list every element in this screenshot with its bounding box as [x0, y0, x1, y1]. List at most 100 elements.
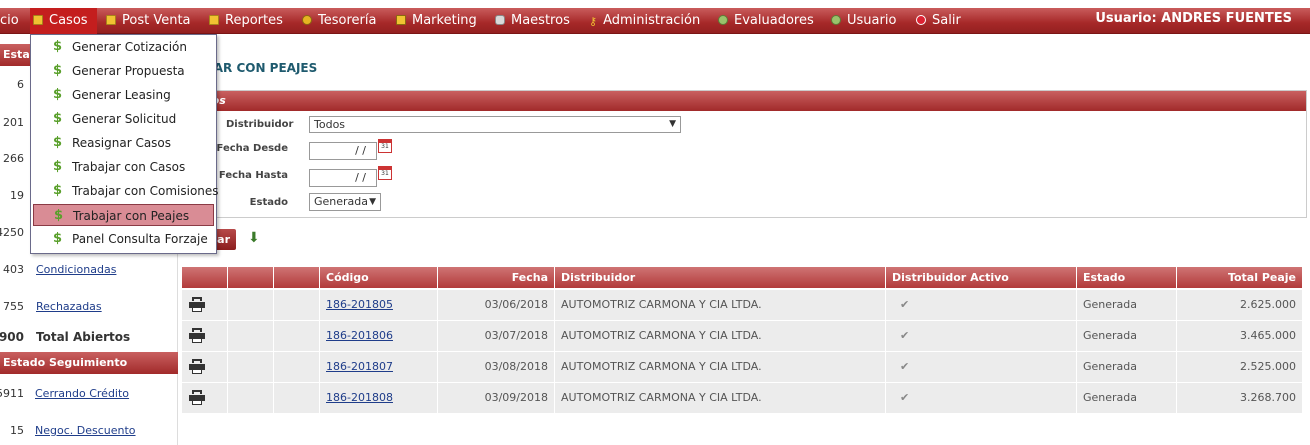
menu-item-label: Reasignar Casos — [72, 136, 172, 150]
activo-cell: ✔ — [886, 290, 1077, 320]
status-row: 15 Negoc. Descuento — [0, 423, 178, 439]
note-icon — [106, 15, 116, 25]
estado-cell: Generada — [1077, 383, 1177, 413]
table-row: 186-201806 03/07/2018 AUTOMOTRIZ CARMONA… — [182, 321, 1303, 351]
distribuidor-value: Todos — [314, 118, 346, 131]
distribuidor-cell: AUTOMOTRIZ CARMONA Y CIA LTDA. — [555, 290, 886, 320]
status-row: 403 Condicionadas — [0, 262, 178, 278]
status-row: 755 Rechazadas — [0, 299, 178, 315]
checkbox[interactable]: ✔ — [900, 360, 909, 373]
printer-icon[interactable] — [189, 390, 205, 405]
distribuidor-select[interactable]: Todos ▼ — [309, 116, 681, 133]
calendar-icon[interactable]: 31 — [378, 139, 392, 153]
menu-item-generar-cotizacion[interactable]: $ Generar Cotización — [33, 36, 214, 58]
estado-label: Estado — [249, 197, 288, 208]
codigo-link[interactable]: 186-201808 — [326, 391, 393, 404]
menu-item-reasignar-casos[interactable]: $ Reasignar Casos — [33, 132, 214, 154]
print-cell[interactable] — [182, 290, 228, 320]
codigo-cell: 186-201807 — [320, 352, 438, 382]
empty-cell — [228, 321, 274, 351]
top-menu-bar: cio Casos Post Venta Reportes Tesorería … — [0, 8, 1310, 34]
rechazadas-link[interactable]: Rechazadas — [36, 299, 102, 315]
menu-item-label: Panel Consulta Forzaje — [72, 232, 208, 246]
menu-item-trabajar-con-comisiones[interactable]: $ Trabajar con Comisiones — [33, 180, 219, 202]
codigo-cell: 186-201805 — [320, 290, 438, 320]
table-header-cell — [228, 267, 274, 288]
database-icon — [495, 15, 505, 25]
export-icon[interactable]: ⬇ — [248, 230, 262, 246]
table-row: 186-201805 03/06/2018 AUTOMOTRIZ CARMONA… — [182, 290, 1303, 320]
menu-item-generar-leasing[interactable]: $ Generar Leasing — [33, 84, 214, 106]
header-codigo: Código — [320, 267, 438, 288]
menu-administracion[interactable]: ⚷ Administración — [589, 8, 700, 34]
menu-reportes[interactable]: Reportes — [209, 8, 283, 34]
menu-usuario[interactable]: Usuario — [831, 8, 896, 34]
menu-tesoreria-label: Tesorería — [318, 13, 377, 28]
activo-cell: ✔ — [886, 321, 1077, 351]
menu-item-label: Trabajar con Peajes — [73, 209, 190, 223]
menu-salir[interactable]: Salir — [916, 8, 961, 34]
total-abiertos-label: Total Abiertos — [36, 330, 131, 344]
status-count: 15 — [10, 424, 24, 437]
checkbox[interactable]: ✔ — [900, 329, 909, 342]
codigo-link[interactable]: 186-201806 — [326, 329, 393, 342]
menu-post-venta[interactable]: Post Venta — [106, 8, 191, 34]
table-header-cell — [182, 267, 228, 288]
menu-item-trabajar-con-peajes[interactable]: $ Trabajar con Peajes — [33, 204, 214, 226]
dollar-icon: $ — [53, 159, 63, 174]
print-cell[interactable] — [182, 321, 228, 351]
codigo-link[interactable]: 186-201805 — [326, 298, 393, 311]
negoc-descuento-link[interactable]: Negoc. Descuento — [35, 423, 136, 439]
fecha-hasta-input[interactable]: / / — [309, 169, 377, 187]
checkbox[interactable]: ✔ — [900, 391, 909, 404]
distribuidor-cell: AUTOMOTRIZ CARMONA Y CIA LTDA. — [555, 383, 886, 413]
menu-post-venta-label: Post Venta — [122, 13, 191, 28]
menu-usuario-label: Usuario — [847, 13, 897, 28]
codigo-cell: 186-201806 — [320, 321, 438, 351]
dollar-icon: $ — [53, 231, 63, 246]
dropdown-arrow-icon: ▼ — [369, 197, 376, 207]
menu-item-generar-solicitud[interactable]: $ Generar Solicitud — [33, 108, 214, 130]
print-cell[interactable] — [182, 352, 228, 382]
menu-maestros[interactable]: Maestros — [495, 8, 570, 34]
menu-item-panel-consulta-forzaje[interactable]: $ Panel Consulta Forzaje — [33, 228, 214, 250]
empty-cell — [228, 383, 274, 413]
filter-header: tros — [183, 91, 1306, 111]
menu-marketing[interactable]: Marketing — [396, 8, 477, 34]
key-icon: ⚷ — [589, 15, 598, 28]
printer-icon[interactable] — [189, 359, 205, 374]
table-header-cell — [274, 267, 320, 288]
menu-casos-label: Casos — [49, 13, 88, 28]
menu-inicio[interactable]: cio — [0, 8, 19, 34]
codigo-link[interactable]: 186-201807 — [326, 360, 393, 373]
fecha-cell: 03/07/2018 — [438, 321, 555, 351]
cerrando-credito-link[interactable]: Cerrando Crédito — [35, 386, 129, 402]
estado-cell: Generada — [1077, 352, 1177, 382]
casos-dropdown-menu: $ Generar Cotización $ Generar Propuesta $… — [30, 34, 219, 254]
estado-select[interactable]: Generada ▼ — [309, 193, 381, 211]
activo-cell: ✔ — [886, 352, 1077, 382]
menu-item-trabajar-con-casos[interactable]: $ Trabajar con Casos — [33, 156, 214, 178]
calendar-icon[interactable]: 31 — [378, 166, 392, 180]
checkbox[interactable]: ✔ — [900, 298, 909, 311]
menu-item-generar-propuesta[interactable]: $ Generar Propuesta — [33, 60, 214, 82]
dollar-icon: $ — [53, 87, 63, 102]
printer-icon[interactable] — [189, 328, 205, 343]
total-row: 5900 Total Abiertos — [0, 329, 178, 345]
menu-evaluadores[interactable]: Evaluadores — [718, 8, 814, 34]
total-cell: 2.625.000 — [1177, 290, 1303, 320]
menu-casos[interactable]: Casos — [30, 8, 97, 34]
status-count: 201 — [3, 116, 24, 129]
print-cell[interactable] — [182, 383, 228, 413]
menu-item-label: Generar Propuesta — [72, 64, 185, 78]
fecha-desde-input[interactable]: / / — [309, 142, 377, 160]
empty-cell — [274, 321, 320, 351]
condicionadas-link[interactable]: Condicionadas — [36, 262, 116, 278]
menu-reportes-label: Reportes — [225, 13, 283, 28]
status-count: 403 — [3, 263, 24, 276]
empty-cell — [274, 352, 320, 382]
dollar-icon: $ — [53, 183, 63, 198]
printer-icon[interactable] — [189, 297, 205, 312]
fecha-cell: 03/09/2018 — [438, 383, 555, 413]
menu-tesoreria[interactable]: Tesorería — [302, 8, 376, 34]
